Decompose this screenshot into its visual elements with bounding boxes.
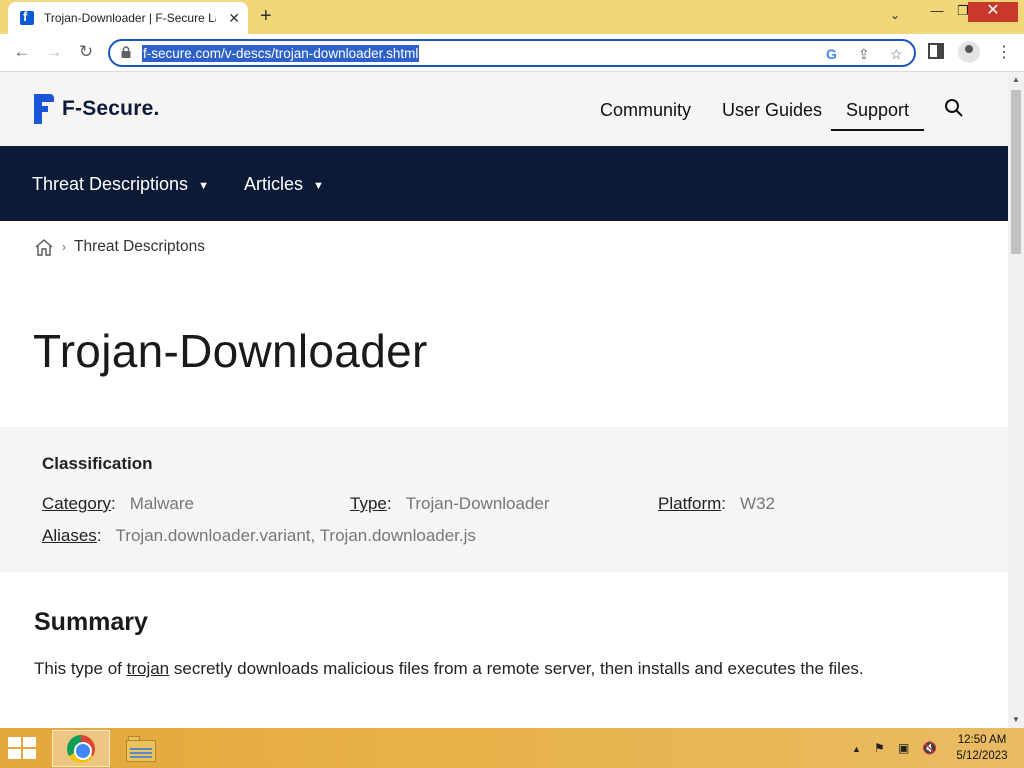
window-minimize-button[interactable]: — xyxy=(926,2,948,22)
search-icon[interactable] xyxy=(944,98,964,118)
profile-avatar-icon[interactable] xyxy=(958,41,980,63)
system-clock[interactable]: 12:50 AM 5/12/2023 xyxy=(950,732,1014,764)
breadcrumb: › Threat Descriptons xyxy=(34,237,205,257)
tab-close-icon[interactable]: ✕ xyxy=(228,10,240,27)
bookmark-star-icon[interactable]: ☆ xyxy=(890,46,903,63)
tray-expand-icon[interactable]: ▲ xyxy=(852,744,861,754)
fsecure-logo-icon xyxy=(34,94,54,124)
site-header: F-Secure. Community User Guides Support xyxy=(0,72,1008,146)
platform-value: W32 xyxy=(740,494,775,513)
windows-taskbar: ▲ ⚑ ▣ 🔇 12:50 AM 5/12/2023 xyxy=(0,728,1024,768)
share-icon[interactable]: ⇪ xyxy=(858,46,870,63)
breadcrumb-threat-descriptions[interactable]: Threat Descriptons xyxy=(74,238,205,256)
aliases-label[interactable]: Aliases xyxy=(42,526,97,545)
scrollbar-thumb[interactable] xyxy=(1011,90,1021,254)
platform-field: Platform: W32 xyxy=(658,494,775,513)
browser-menu-icon[interactable]: ⋮ xyxy=(996,42,1012,62)
window-close-button[interactable]: ✕ xyxy=(968,2,1018,22)
sub-navigation: Threat Descriptions ▼ Articles ▼ xyxy=(0,146,1008,221)
google-lens-icon[interactable]: G xyxy=(826,46,837,62)
file-explorer-icon[interactable] xyxy=(126,734,158,762)
url-text[interactable]: f-secure.com/v-descs/trojan-downloader.s… xyxy=(142,45,420,62)
subnav-threat-descriptions[interactable]: Threat Descriptions ▼ xyxy=(32,174,209,195)
aliases-field: Aliases: Trojan.downloader.variant, Troja… xyxy=(42,526,476,545)
type-value: Trojan-Downloader xyxy=(405,494,550,513)
summary-text: This type of trojan secretly downloads m… xyxy=(34,659,864,678)
chrome-icon xyxy=(67,735,95,763)
forward-arrow-icon[interactable]: → xyxy=(43,42,65,62)
side-panel-icon[interactable] xyxy=(928,43,944,59)
reload-icon[interactable]: ↻ xyxy=(75,42,97,62)
clock-time: 12:50 AM xyxy=(957,734,1007,746)
category-value: Malware xyxy=(129,494,194,513)
platform-label[interactable]: Platform xyxy=(658,494,721,513)
back-arrow-icon[interactable]: ← xyxy=(11,42,33,62)
page-title: Trojan-Downloader xyxy=(33,325,428,377)
fsecure-logo[interactable]: F-Secure. xyxy=(34,94,160,124)
type-label[interactable]: Type xyxy=(350,494,387,513)
tab-title: Trojan-Downloader | F-Secure La xyxy=(44,11,216,25)
chevron-down-icon: ▼ xyxy=(313,180,324,192)
nav-user-guides[interactable]: User Guides xyxy=(722,100,822,121)
scroll-down-arrow-icon[interactable]: ▼ xyxy=(1012,715,1020,724)
summary-heading: Summary xyxy=(34,608,148,636)
classification-panel: Classification Category: Malware Type: Tro… xyxy=(0,427,1008,572)
browser-toolbar: ← → ↻ f-secure.com/v-descs/trojan-downlo… xyxy=(0,34,1024,72)
logo-text: F-Secure. xyxy=(62,97,160,120)
trojan-link[interactable]: trojan xyxy=(127,659,170,678)
taskbar-chrome-button[interactable] xyxy=(52,730,110,767)
browser-tab-active[interactable]: Trojan-Downloader | F-Secure La ✕ xyxy=(8,2,248,34)
breadcrumb-separator-icon: › xyxy=(62,240,66,254)
aliases-value: Trojan.downloader.variant, Trojan.downlo… xyxy=(115,526,476,545)
page-scrollbar[interactable]: ▲ ▼ xyxy=(1008,72,1024,728)
nav-community[interactable]: Community xyxy=(600,100,691,121)
fsecure-favicon-icon xyxy=(20,9,34,25)
page-viewport: F-Secure. Community User Guides Support … xyxy=(0,72,1008,728)
active-nav-underline xyxy=(831,129,924,131)
browser-tab-strip: Trojan-Downloader | F-Secure La ✕ + ⌄ — … xyxy=(0,0,1024,34)
chevron-down-icon: ▼ xyxy=(198,180,209,192)
home-icon[interactable] xyxy=(34,237,54,257)
lock-icon[interactable] xyxy=(120,46,132,58)
new-tab-button[interactable]: + xyxy=(260,5,272,28)
subnav-articles[interactable]: Articles ▼ xyxy=(244,174,324,195)
network-icon[interactable]: ▣ xyxy=(898,741,909,755)
tab-search-chevron-icon[interactable]: ⌄ xyxy=(890,8,900,22)
nav-support[interactable]: Support xyxy=(846,100,909,121)
volume-muted-icon[interactable]: 🔇 xyxy=(922,741,937,755)
classification-heading: Classification xyxy=(42,454,153,473)
category-label[interactable]: Category xyxy=(42,494,111,513)
address-bar[interactable]: f-secure.com/v-descs/trojan-downloader.s… xyxy=(108,39,916,67)
windows-start-icon[interactable] xyxy=(8,737,38,761)
scroll-up-arrow-icon[interactable]: ▲ xyxy=(1012,75,1020,84)
type-field: Type: Trojan-Downloader xyxy=(350,494,550,513)
category-field: Category: Malware xyxy=(42,494,194,513)
action-center-flag-icon[interactable]: ⚑ xyxy=(874,741,885,755)
clock-date: 5/12/2023 xyxy=(956,750,1008,762)
